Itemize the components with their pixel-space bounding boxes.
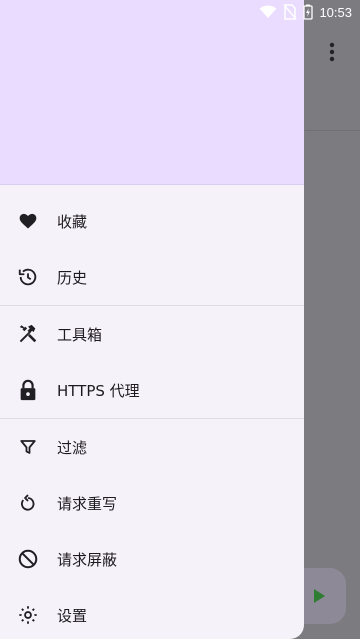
status-bar: 10:53 bbox=[0, 0, 360, 24]
no-sim-icon bbox=[283, 4, 298, 20]
play-icon bbox=[314, 589, 325, 603]
more-vert-icon bbox=[329, 42, 335, 62]
battery-charging-icon bbox=[303, 4, 314, 20]
menu-item-label: 收藏 bbox=[57, 212, 88, 231]
menu-item-label: 过滤 bbox=[57, 438, 88, 457]
menu-item-filter[interactable]: 过滤 bbox=[0, 419, 304, 475]
settings-icon bbox=[16, 603, 40, 627]
filter-icon bbox=[16, 435, 40, 459]
menu-item-favorites[interactable]: 收藏 bbox=[0, 193, 304, 249]
background-divider bbox=[305, 130, 360, 131]
wifi-icon bbox=[259, 5, 277, 19]
menu-item-https-proxy[interactable]: HTTPS 代理 bbox=[0, 362, 304, 418]
history-icon bbox=[16, 265, 40, 289]
menu-item-request-rewrite[interactable]: 请求重写 bbox=[0, 475, 304, 531]
more-options-button[interactable] bbox=[318, 38, 346, 66]
heart-icon bbox=[16, 209, 40, 233]
drawer-header bbox=[0, 0, 304, 185]
menu-item-label: 历史 bbox=[57, 268, 88, 287]
menu-item-settings[interactable]: 设置 bbox=[0, 587, 304, 639]
block-icon bbox=[16, 547, 40, 571]
menu-item-label: HTTPS 代理 bbox=[57, 381, 140, 400]
navigation-drawer: 收藏 历史 工具箱 HTTPS 代理 过滤 请求重写 请求屏蔽 设置 bbox=[0, 0, 304, 639]
menu-item-label: 工具箱 bbox=[57, 325, 103, 344]
rewrite-icon bbox=[16, 491, 40, 515]
menu-item-toolbox[interactable]: 工具箱 bbox=[0, 306, 304, 362]
drawer-menu: 收藏 历史 工具箱 HTTPS 代理 过滤 请求重写 请求屏蔽 设置 bbox=[0, 185, 304, 639]
menu-item-history[interactable]: 历史 bbox=[0, 249, 304, 305]
menu-item-label: 请求屏蔽 bbox=[57, 550, 118, 569]
status-time: 10:53 bbox=[319, 4, 352, 20]
lock-icon bbox=[16, 378, 40, 402]
tools-icon bbox=[16, 322, 40, 346]
menu-item-label: 请求重写 bbox=[57, 494, 118, 513]
menu-item-label: 设置 bbox=[57, 606, 88, 625]
menu-item-request-block[interactable]: 请求屏蔽 bbox=[0, 531, 304, 587]
